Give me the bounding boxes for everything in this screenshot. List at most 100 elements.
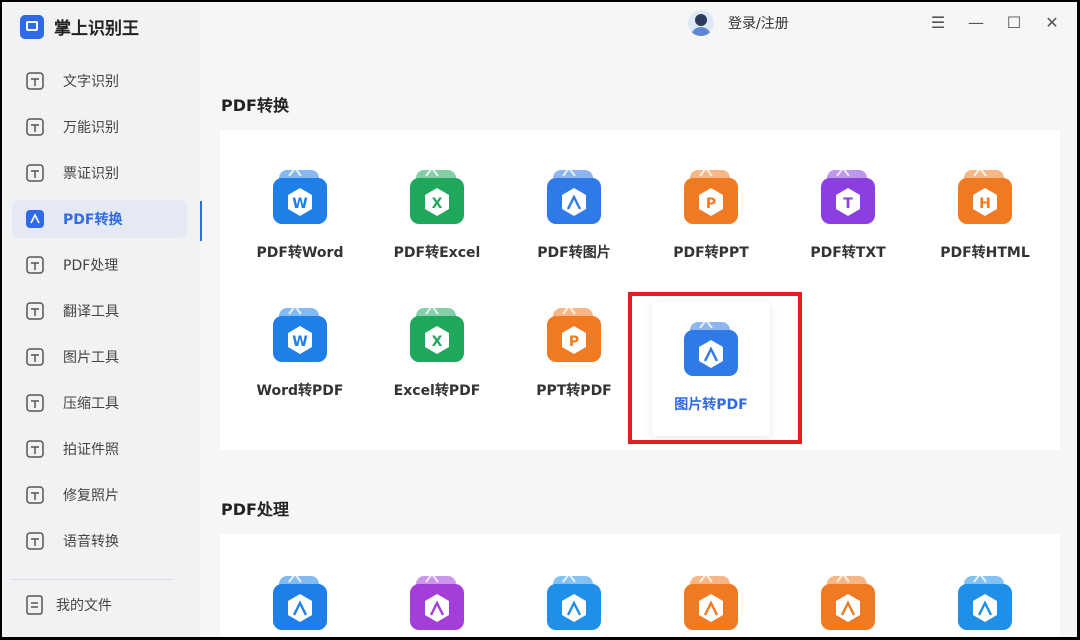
svg-text:W: W <box>292 196 307 212</box>
sidebar-item-label: 票证识别 <box>63 166 119 182</box>
login-label: 登录/注册 <box>728 16 789 32</box>
menu-icon[interactable]: ☰ <box>926 10 950 34</box>
app-title: 掌上识别王 <box>54 19 139 39</box>
pdf-merge-icon <box>954 572 1016 634</box>
sidebar-item-4[interactable]: PDF处理 <box>12 246 187 284</box>
sidebar-item-7[interactable]: 压缩工具 <box>12 384 187 422</box>
pdf-process-panel <box>220 534 1060 637</box>
login-button[interactable]: 登录/注册 <box>688 10 789 36</box>
section-title-pdf-convert: PDF转换 <box>221 96 289 115</box>
sidebar-divider <box>12 579 172 580</box>
sidebar-nav: 文字识别万能识别票证识别 PDF转换 PDF处理翻译工具图片工具压缩工具拍证件照修复… <box>12 62 187 568</box>
universal-recognition-icon <box>24 116 46 138</box>
active-indicator <box>200 201 202 241</box>
sidebar-item-2[interactable]: 票证识别 <box>12 154 187 192</box>
close-icon[interactable]: ✕ <box>1040 10 1064 34</box>
sidebar-item-label: 拍证件照 <box>63 442 119 458</box>
pdf-edit-icon <box>269 572 331 634</box>
tool-card[interactable]: W PDF转Word <box>241 166 359 262</box>
sidebar-item-6[interactable]: 图片工具 <box>12 338 187 376</box>
svg-text:W: W <box>292 334 307 350</box>
tool-label: PDF转Word <box>256 245 344 261</box>
pdf-compress-icon <box>543 572 605 634</box>
app-window: 掌上识别王 文字识别万能识别票证识别 PDF转换 PDF处理翻译工具图片工具压缩工具… <box>2 2 1077 637</box>
tool-card[interactable]: T PDF转TXT <box>789 166 907 262</box>
tool-card[interactable] <box>789 572 907 634</box>
svg-text:X: X <box>432 196 443 212</box>
maximize-icon[interactable]: ☐ <box>1002 10 1026 34</box>
sidebar-item-5[interactable]: 翻译工具 <box>12 292 187 330</box>
voice-convert-icon <box>24 530 46 552</box>
pdf-encrypt-icon <box>817 572 879 634</box>
tool-label: PDF转Excel <box>393 245 481 261</box>
svg-text:X: X <box>432 334 443 350</box>
sidebar-item-3[interactable]: PDF转换 <box>12 200 187 238</box>
pdf-unlock-icon <box>680 572 742 634</box>
tool-label: Word转PDF <box>256 383 344 399</box>
tool-label: PPT转PDF <box>536 383 612 399</box>
tool-card[interactable]: X Excel转PDF <box>378 304 496 400</box>
tool-card[interactable]: X PDF转Excel <box>378 166 496 262</box>
top-bar: 登录/注册 ☰ — ☐ ✕ <box>200 2 1077 46</box>
tool-icon: X <box>406 166 468 228</box>
repair-photo-icon <box>24 484 46 506</box>
avatar <box>688 10 714 36</box>
tool-card[interactable]: W Word转PDF <box>241 304 359 400</box>
tool-label: PDF转HTML <box>940 245 1030 261</box>
pdf-process-icon <box>24 254 46 276</box>
sidebar-item-label: 压缩工具 <box>63 396 119 412</box>
sidebar-item-my-files[interactable]: 我的文件 <box>24 594 112 616</box>
svg-text:H: H <box>979 196 991 212</box>
tool-icon: H <box>954 166 1016 228</box>
id-photo-icon <box>24 438 46 460</box>
tool-label: PDF转图片 <box>537 245 611 261</box>
tool-label: PDF转PPT <box>673 245 749 261</box>
tool-icon: P <box>680 166 742 228</box>
tool-card[interactable] <box>652 572 770 634</box>
my-files-label: 我的文件 <box>56 598 112 614</box>
tool-card[interactable]: P PPT转PDF <box>515 304 633 400</box>
sidebar-item-9[interactable]: 修复照片 <box>12 476 187 514</box>
selection-highlight <box>628 292 802 444</box>
tool-card[interactable]: P PDF转PPT <box>652 166 770 262</box>
tool-icon: P <box>543 304 605 366</box>
sidebar-item-label: 万能识别 <box>63 120 119 136</box>
tool-card[interactable]: PDF转图片 <box>515 166 633 262</box>
sidebar-item-label: PDF处理 <box>63 258 119 274</box>
tool-icon: X <box>406 304 468 366</box>
svg-text:T: T <box>843 196 853 212</box>
sidebar-item-label: 翻译工具 <box>63 304 119 320</box>
svg-text:P: P <box>706 196 716 212</box>
pdf-move-icon <box>406 572 468 634</box>
sidebar-item-label: PDF转换 <box>63 212 123 228</box>
sidebar-item-label: 修复照片 <box>63 488 119 504</box>
ticket-recognition-icon <box>24 162 46 184</box>
tool-icon: W <box>269 166 331 228</box>
translate-icon <box>24 300 46 322</box>
tool-card[interactable] <box>515 572 633 634</box>
tool-icon <box>543 166 605 228</box>
compress-icon <box>24 392 46 414</box>
app-logo-icon <box>20 14 44 39</box>
tool-card[interactable] <box>241 572 359 634</box>
sidebar-item-label: 图片工具 <box>63 350 119 366</box>
tool-card[interactable] <box>926 572 1044 634</box>
app-logo: 掌上识别王 <box>20 14 139 39</box>
tool-label: PDF转TXT <box>810 245 886 261</box>
svg-text:P: P <box>569 334 579 350</box>
pdf-convert-icon <box>24 208 46 230</box>
sidebar-item-10[interactable]: 语音转换 <box>12 522 187 560</box>
tool-label: Excel转PDF <box>393 383 481 399</box>
sidebar-item-0[interactable]: 文字识别 <box>12 62 187 100</box>
tool-card[interactable] <box>378 572 496 634</box>
tool-icon: W <box>269 304 331 366</box>
sidebar-item-label: 文字识别 <box>63 74 119 90</box>
minimize-icon[interactable]: — <box>964 10 988 34</box>
sidebar-item-8[interactable]: 拍证件照 <box>12 430 187 468</box>
sidebar: 掌上识别王 文字识别万能识别票证识别 PDF转换 PDF处理翻译工具图片工具压缩工具… <box>2 2 200 637</box>
tool-card[interactable]: H PDF转HTML <box>926 166 1044 262</box>
sidebar-item-label: 语音转换 <box>63 534 119 550</box>
text-recognition-icon <box>24 70 46 92</box>
image-tools-icon <box>24 346 46 368</box>
sidebar-item-1[interactable]: 万能识别 <box>12 108 187 146</box>
